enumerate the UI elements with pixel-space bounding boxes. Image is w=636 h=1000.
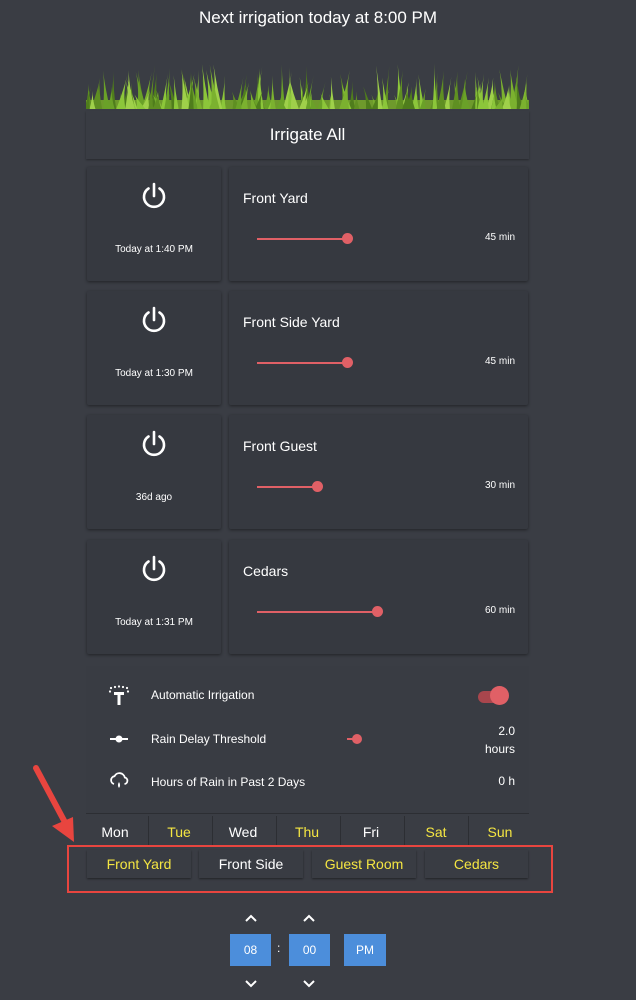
minute-up-chevron-icon[interactable] bbox=[301, 912, 317, 924]
power-icon[interactable] bbox=[139, 305, 169, 335]
rain-delay-slider-thumb[interactable] bbox=[352, 734, 362, 744]
duration-slider-track[interactable] bbox=[257, 611, 377, 613]
cloud-rain-icon bbox=[110, 772, 129, 788]
duration-slider-thumb[interactable] bbox=[342, 233, 353, 244]
zone-name: Front Guest bbox=[243, 438, 317, 454]
day-button[interactable]: Mon bbox=[83, 824, 147, 840]
time-separator: : bbox=[277, 941, 281, 955]
zone-card: Front Guest 30 min bbox=[229, 415, 528, 529]
power-icon[interactable] bbox=[139, 181, 169, 211]
zone-power-card[interactable]: Today at 1:30 PM bbox=[87, 291, 221, 405]
duration-slider-track[interactable] bbox=[257, 362, 347, 364]
automatic-irrigation-label: Automatic Irrigation bbox=[151, 688, 255, 702]
zone-card: Front Side Yard 45 min bbox=[229, 291, 528, 405]
zone-card: Front Yard 45 min bbox=[229, 167, 528, 281]
zone-last-run: 36d ago bbox=[135, 492, 173, 503]
settings-divider bbox=[86, 813, 529, 814]
day-button[interactable]: Wed bbox=[211, 824, 275, 840]
duration-slider-thumb[interactable] bbox=[372, 606, 383, 617]
rain-hours-value: 0 h bbox=[498, 774, 515, 788]
minute-field[interactable]: 00 bbox=[289, 934, 330, 966]
day-button[interactable]: Sun bbox=[468, 824, 532, 840]
zone-card: Cedars 60 min bbox=[229, 540, 528, 654]
irrigation-dashboard: Next irrigation today at 8:00 PM Irrigat… bbox=[0, 0, 636, 1000]
day-button[interactable]: Fri bbox=[339, 824, 403, 840]
zone-last-run: Today at 1:30 PM bbox=[115, 368, 193, 379]
zone-last-run: Today at 1:31 PM bbox=[115, 617, 193, 628]
day-button[interactable]: Tue bbox=[147, 824, 211, 840]
hour-up-chevron-icon[interactable] bbox=[243, 912, 259, 924]
zone-name: Front Yard bbox=[243, 190, 308, 206]
rain-delay-value: 2.0 hours bbox=[485, 722, 515, 758]
zone-name: Cedars bbox=[243, 563, 289, 579]
day-button[interactable]: Thu bbox=[275, 824, 339, 840]
zone-duration: 60 min bbox=[484, 605, 515, 616]
slider-setting-icon bbox=[110, 735, 128, 743]
annotation-highlight-box bbox=[67, 845, 553, 893]
next-irrigation-title: Next irrigation today at 8:00 PM bbox=[198, 8, 438, 27]
power-icon[interactable] bbox=[139, 554, 169, 584]
hour-field[interactable]: 08 bbox=[230, 934, 271, 966]
am-pm-toggle[interactable]: PM bbox=[344, 934, 386, 966]
rain-delay-label: Rain Delay Threshold bbox=[151, 732, 267, 746]
rain-delay-amount: 2.0 bbox=[498, 724, 515, 738]
automatic-irrigation-toggle-thumb[interactable] bbox=[490, 686, 509, 705]
zone-power-card[interactable]: Today at 1:40 PM bbox=[87, 167, 221, 281]
zone-last-run: Today at 1:40 PM bbox=[115, 244, 193, 255]
zone-name: Front Side Yard bbox=[243, 314, 340, 330]
grass-banner-image bbox=[86, 63, 529, 109]
power-icon[interactable] bbox=[139, 429, 169, 459]
zone-duration: 30 min bbox=[484, 480, 515, 491]
duration-slider-track[interactable] bbox=[257, 238, 347, 240]
duration-slider-thumb[interactable] bbox=[342, 357, 353, 368]
zone-duration: 45 min bbox=[484, 232, 515, 243]
duration-slider-thumb[interactable] bbox=[312, 481, 323, 492]
rain-delay-unit: hours bbox=[484, 742, 515, 756]
duration-slider-track[interactable] bbox=[257, 486, 317, 488]
irrigate-all-button[interactable]: Irrigate All bbox=[86, 111, 529, 159]
annotation-arrow-icon bbox=[33, 765, 74, 842]
zone-power-card[interactable]: Today at 1:31 PM bbox=[87, 540, 221, 654]
sprinkler-icon bbox=[108, 685, 130, 705]
zone-duration: 45 min bbox=[484, 356, 515, 367]
rain-hours-label: Hours of Rain in Past 2 Days bbox=[151, 775, 306, 789]
day-selector: Mon Tue Wed Thu Fri Sat Sun bbox=[83, 816, 532, 846]
minute-down-chevron-icon[interactable] bbox=[301, 978, 317, 990]
zone-power-card[interactable]: 36d ago bbox=[87, 415, 221, 529]
irrigation-settings-card: Automatic Irrigation Rain Delay Threshol… bbox=[86, 666, 529, 814]
day-button[interactable]: Sat bbox=[404, 824, 468, 840]
hour-down-chevron-icon[interactable] bbox=[243, 978, 259, 990]
